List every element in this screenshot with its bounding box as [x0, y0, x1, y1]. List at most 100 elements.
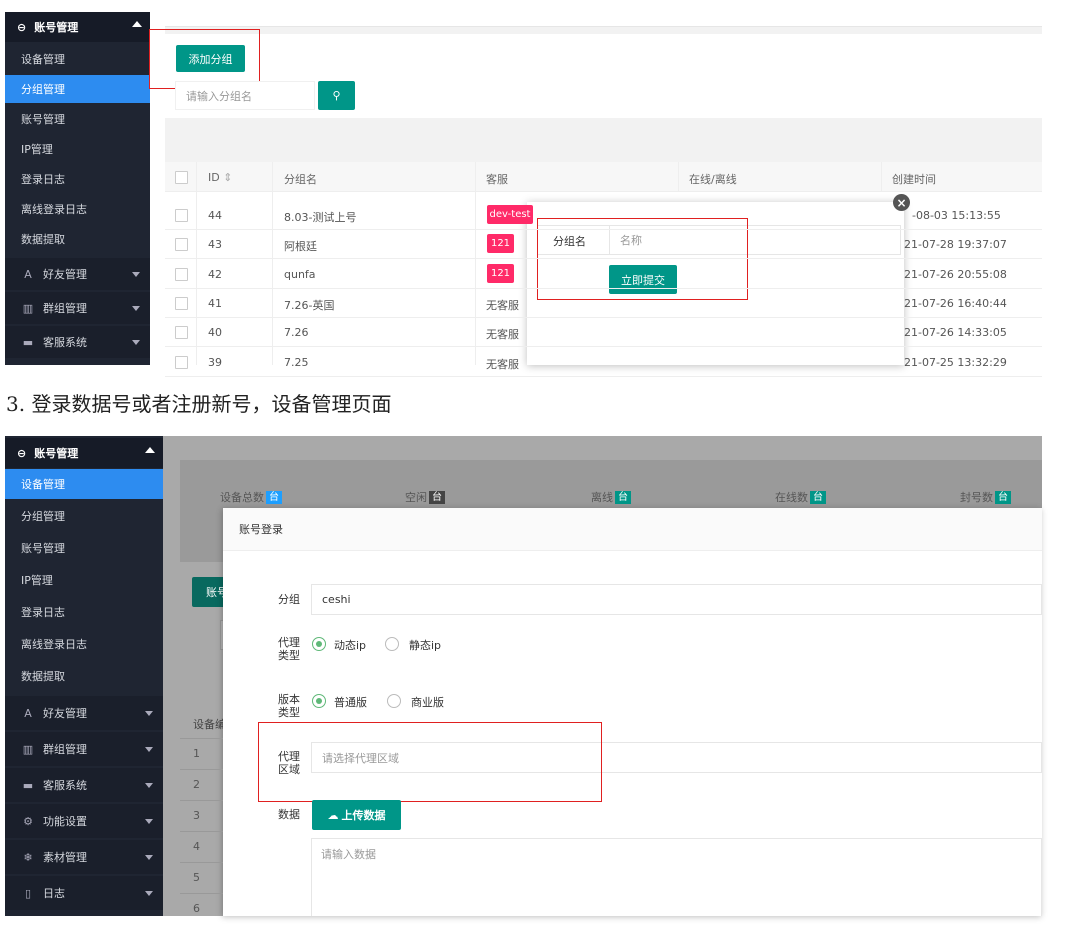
- sidebar-group-friends[interactable]: A 好友管理: [5, 258, 150, 290]
- proxy-dynamic-radio[interactable]: [312, 637, 326, 651]
- sidebar-group-label: 好友管理: [43, 707, 87, 720]
- sidebar-item-accounts[interactable]: 账号管理: [5, 105, 150, 133]
- chevron-up-icon: [132, 21, 142, 27]
- stat-total: 设备总数台: [220, 489, 282, 505]
- stat-offline: 离线台: [591, 489, 631, 505]
- cell-id: 44: [208, 209, 222, 222]
- data-textarea[interactable]: 请输入数据: [311, 838, 1042, 916]
- row-checkbox[interactable]: [175, 238, 188, 251]
- sidebar-group-groups[interactable]: ▥ 群组管理: [5, 292, 150, 324]
- sidebar-group-service[interactable]: ▬ 客服系统: [5, 768, 163, 802]
- chevron-down-icon: [145, 747, 153, 752]
- sidebar-group-groups[interactable]: ▥ 群组管理: [5, 732, 163, 766]
- sidebar-item-data-extract[interactable]: 数据提取: [5, 661, 163, 691]
- cell-group-name: 阿根廷: [284, 240, 317, 253]
- instruction-caption: 3. 登录数据号或者注册新号，设备管理页面: [6, 392, 392, 416]
- sidebar-item-label: 离线登录日志: [21, 203, 87, 216]
- cell-created-time: 21-07-25 13:32:29: [904, 356, 1007, 369]
- chevron-down-icon: [132, 272, 140, 277]
- group-select[interactable]: ceshi: [311, 584, 1042, 615]
- chevron-down-icon: [145, 711, 153, 716]
- row-checkbox[interactable]: [175, 356, 188, 369]
- cell-group-name: 7.26-英国: [284, 299, 335, 312]
- sidebar-section-account[interactable]: ⊖ 账号管理: [5, 12, 150, 42]
- cell-service: 无客服: [486, 299, 519, 312]
- bg-row-number: 3: [193, 809, 200, 822]
- data-label: 数据: [278, 808, 300, 821]
- service-tag: 121: [487, 234, 514, 253]
- sidebar-section-account[interactable]: ⊖ 账号管理: [5, 438, 163, 468]
- data-placeholder: 请输入数据: [321, 848, 376, 861]
- sidebar-item-devices[interactable]: 设备管理: [5, 469, 163, 499]
- sidebar-item-offline-log[interactable]: 离线登录日志: [5, 195, 150, 223]
- sidebar-group-settings[interactable]: ⚙ 功能设置: [5, 804, 163, 838]
- chevron-up-icon: [145, 447, 155, 453]
- chevron-down-icon: [145, 819, 153, 824]
- sidebar-group-logs[interactable]: ▯ 日志: [5, 876, 163, 910]
- bg-row-divider: [180, 800, 223, 801]
- sidebar-item-data-extract[interactable]: 数据提取: [5, 225, 150, 253]
- cell-group-name: 8.03-测试上号: [284, 211, 357, 224]
- proxy-static-radio[interactable]: [385, 637, 399, 651]
- upload-data-button[interactable]: ☁ 上传数据: [312, 800, 401, 830]
- chevron-down-icon: [145, 783, 153, 788]
- row-checkbox[interactable]: [175, 209, 188, 222]
- version-business-radio[interactable]: [387, 694, 401, 708]
- sidebar-item-groups[interactable]: 分组管理: [5, 75, 150, 103]
- row-checkbox[interactable]: [175, 326, 188, 339]
- sidebar-header-label: 账号管理: [34, 21, 79, 34]
- row-divider: [165, 376, 1042, 377]
- dialog-header: [223, 508, 1042, 551]
- bg-row-number: 4: [193, 840, 200, 853]
- group-icon: ▥: [22, 301, 34, 315]
- sidebar-item-label: 分组管理: [21, 510, 65, 523]
- sidebar-item-login-log[interactable]: 登录日志: [5, 165, 150, 193]
- chevron-down-icon: [132, 306, 140, 311]
- cell-id: 42: [208, 268, 222, 281]
- cell-id: 40: [208, 326, 222, 339]
- sidebar-item-accounts[interactable]: 账号管理: [5, 533, 163, 563]
- version-standard-radio[interactable]: [312, 694, 326, 708]
- bg-row-divider: [180, 769, 223, 770]
- row-checkbox[interactable]: [175, 268, 188, 281]
- chevron-down-icon: [145, 891, 153, 896]
- sidebar-item-ip[interactable]: IP管理: [5, 565, 163, 595]
- search-button[interactable]: ⚲: [318, 81, 355, 110]
- group-label: 分组: [278, 593, 300, 606]
- row-divider: [165, 346, 1042, 347]
- sidebar-item-groups[interactable]: 分组管理: [5, 501, 163, 531]
- sidebar-item-ip[interactable]: IP管理: [5, 135, 150, 163]
- dialog-title: 账号登录: [239, 523, 283, 536]
- col-id-header[interactable]: ID ⇕: [208, 171, 232, 184]
- sidebar: ⊖ 账号管理 设备管理 分组管理 账号管理 IP管理 登录日志 离线登录日志 数…: [5, 12, 150, 365]
- row-checkbox[interactable]: [175, 297, 188, 310]
- bg-row-divider: [180, 831, 223, 832]
- sidebar-item-label: 设备管理: [21, 53, 65, 66]
- proxy-dynamic-label: 动态ip: [334, 639, 367, 652]
- select-all-checkbox[interactable]: [175, 171, 188, 184]
- chevron-down-icon: [145, 855, 153, 860]
- version-standard-label: 普通版: [334, 696, 367, 709]
- bg-row-number: 1: [193, 747, 200, 760]
- cell-id: 41: [208, 297, 222, 310]
- group-search-input[interactable]: 请输入分组名: [175, 81, 315, 110]
- sidebar-item-offline-log[interactable]: 离线登录日志: [5, 629, 163, 659]
- cell-id: 43: [208, 238, 222, 251]
- sidebar-item-login-log[interactable]: 登录日志: [5, 597, 163, 627]
- proxy-type-label: 代理类型: [278, 636, 300, 662]
- cell-created-time: 21-07-28 19:37:07: [904, 238, 1007, 251]
- sidebar-item-devices[interactable]: 设备管理: [5, 45, 150, 73]
- user-icon: A: [24, 706, 32, 720]
- sidebar-group-label: 群组管理: [43, 302, 87, 315]
- file-icon: ▯: [24, 886, 32, 900]
- version-business-label: 商业版: [411, 696, 444, 709]
- bg-row-number: 2: [193, 778, 200, 791]
- sidebar-group-label: 好友管理: [43, 268, 87, 281]
- sidebar-group-materials[interactable]: ❄ 素材管理: [5, 840, 163, 874]
- cell-created-time: 21-07-26 16:40:44: [904, 297, 1007, 310]
- cell-id: 39: [208, 356, 222, 369]
- sidebar-group-service[interactable]: ▬ 客服系统: [5, 326, 150, 358]
- bg-row-number: 6: [193, 902, 200, 915]
- sidebar-group-friends[interactable]: A 好友管理: [5, 696, 163, 730]
- stat-banned: 封号数台: [960, 489, 1011, 505]
